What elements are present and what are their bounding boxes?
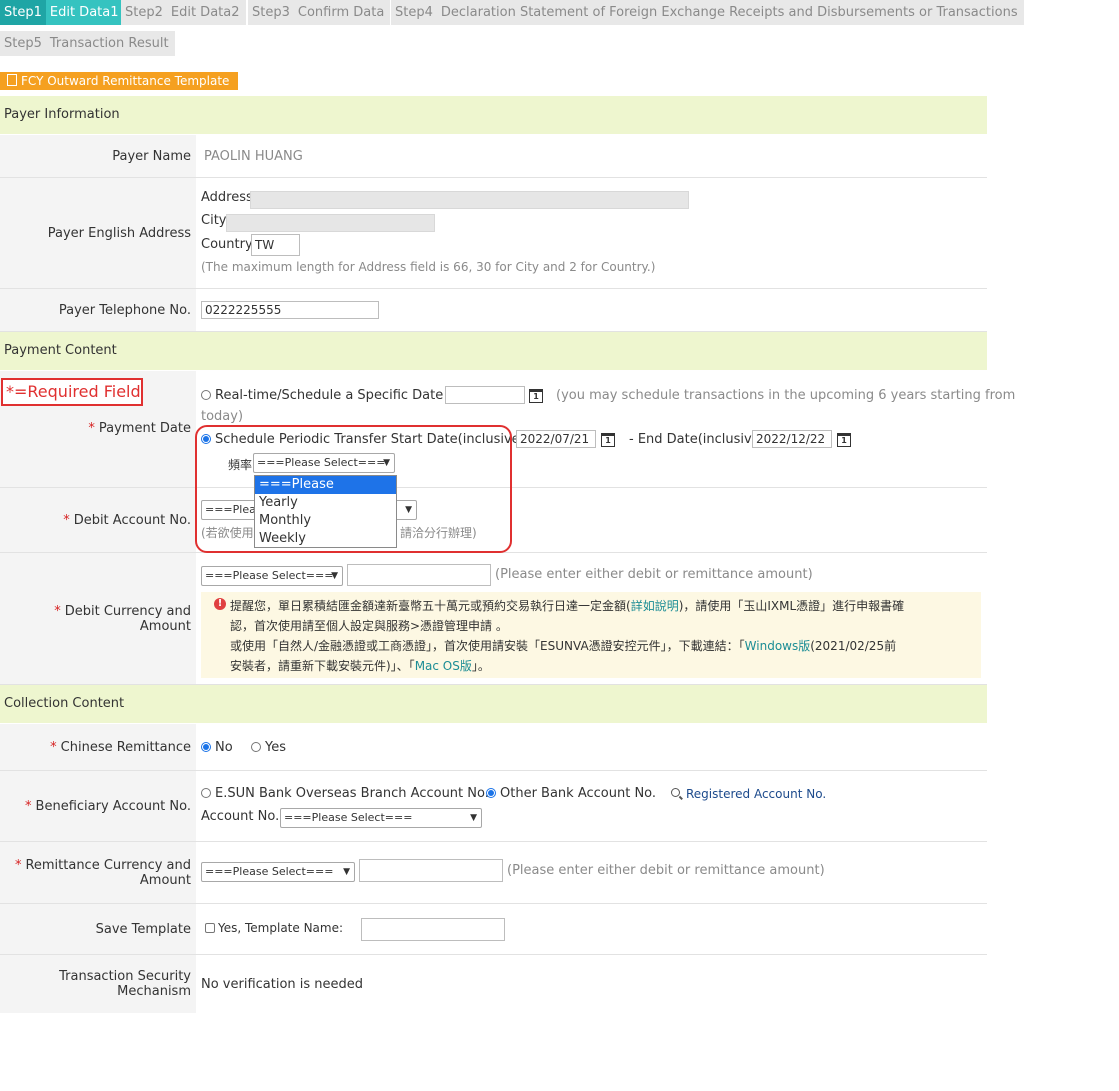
chevron-down-icon: ▼ bbox=[470, 813, 477, 823]
save-template-checkbox[interactable] bbox=[205, 923, 215, 933]
document-icon bbox=[7, 74, 17, 86]
row-payer-name: Payer Name PAOLIN HUANG bbox=[0, 135, 987, 178]
alert-icon: ! bbox=[214, 598, 226, 610]
row-beneficiary-account: * Beneficiary Account No. E.SUN Bank Over… bbox=[0, 771, 987, 842]
radio-chinese-no[interactable] bbox=[201, 742, 211, 752]
frequency-option-weekly[interactable]: Weekly bbox=[255, 530, 396, 548]
end-date-input[interactable]: 2022/12/22 bbox=[752, 430, 832, 448]
remittance-currency-label: * Remittance Currency and Amount bbox=[0, 842, 196, 903]
address-input[interactable] bbox=[250, 191, 689, 209]
row-save-template: Save Template Yes, Template Name: bbox=[0, 904, 987, 955]
security-mechanism-label: Transaction Security Mechanism bbox=[0, 955, 196, 1013]
city-field-label: City bbox=[201, 213, 227, 228]
step-2: Step2 Edit Data2 bbox=[121, 0, 246, 25]
step-1: Step1 Edit Data1 bbox=[0, 0, 125, 25]
specific-date-hint-2: today) bbox=[201, 409, 244, 424]
country-field-label: Country bbox=[201, 237, 253, 252]
payer-name-value: PAOLIN HUANG bbox=[204, 149, 303, 164]
option-esun-branch[interactable]: E.SUN Bank Overseas Branch Account No. bbox=[201, 786, 489, 801]
remittance-amount-hint: (Please enter either debit or remittance… bbox=[507, 863, 825, 878]
calendar-icon[interactable]: 1 bbox=[601, 433, 615, 447]
calendar-icon[interactable]: 1 bbox=[529, 389, 543, 403]
chinese-remittance-no[interactable]: No bbox=[201, 740, 233, 755]
registered-account-link[interactable]: Registered Account No. bbox=[671, 787, 826, 801]
start-date-input[interactable]: 2022/07/21 bbox=[516, 430, 596, 448]
payer-address-label: Payer English Address bbox=[0, 178, 196, 288]
chinese-remittance-yes[interactable]: Yes bbox=[251, 740, 286, 755]
radio-esun-branch[interactable] bbox=[201, 788, 211, 798]
save-template-option[interactable]: Yes, Template Name: bbox=[205, 921, 343, 935]
chinese-remittance-label: * Chinese Remittance bbox=[0, 724, 196, 770]
option-specific-date[interactable]: Real-time/Schedule a Specific Date bbox=[201, 388, 443, 403]
section-collection-content: Collection Content bbox=[0, 685, 987, 723]
frequency-dropdown-list[interactable]: ===Please Select=== Yearly Monthly Weekl… bbox=[254, 475, 397, 548]
row-chinese-remittance: * Chinese Remittance No Yes bbox=[0, 724, 987, 771]
debit-account-label: * Debit Account No. bbox=[0, 488, 196, 552]
row-payer-telephone: Payer Telephone No. 0222225555 bbox=[0, 289, 987, 332]
city-input[interactable] bbox=[226, 214, 435, 232]
section-payer-information: Payer Information bbox=[0, 96, 987, 134]
step-3: Step3 Confirm Data bbox=[248, 0, 391, 25]
debit-currency-select[interactable]: ===Please Select=== ▼ bbox=[201, 566, 343, 586]
frequency-option-monthly[interactable]: Monthly bbox=[255, 512, 396, 530]
remittance-currency-select[interactable]: ===Please Select=== ▼ bbox=[201, 862, 355, 882]
row-remittance-currency: * Remittance Currency and Amount ===Pleas… bbox=[0, 842, 987, 904]
account-no-label: Account No.: bbox=[201, 809, 284, 824]
end-date-label: - End Date(inclusive) bbox=[629, 432, 765, 447]
fcy-template-button[interactable]: FCY Outward Remittance Template bbox=[0, 72, 239, 90]
beneficiary-account-label: * Beneficiary Account No. bbox=[0, 771, 196, 841]
specific-date-hint-1: (you may schedule transactions in the up… bbox=[556, 388, 1016, 403]
payer-name-label: Payer Name bbox=[0, 135, 196, 177]
search-icon bbox=[671, 788, 680, 797]
row-payer-address: Payer English Address Address City Count… bbox=[0, 178, 987, 289]
radio-chinese-yes[interactable] bbox=[251, 742, 261, 752]
address-field-label: Address bbox=[201, 190, 253, 205]
frequency-option-please-select[interactable]: ===Please Select=== bbox=[255, 476, 396, 510]
step-4: Step4 Declaration Statement of Foreign Ex… bbox=[391, 0, 1024, 25]
windows-download-link[interactable]: Windows版 bbox=[745, 639, 811, 653]
payer-telephone-label: Payer Telephone No. bbox=[0, 289, 196, 331]
debit-currency-label: * Debit Currency and Amount bbox=[0, 553, 196, 684]
remittance-amount-input[interactable] bbox=[359, 859, 503, 882]
calendar-icon[interactable]: 1 bbox=[837, 433, 851, 447]
macos-download-link[interactable]: Mac OS版 bbox=[415, 659, 472, 673]
option-other-bank[interactable]: Other Bank Account No. bbox=[486, 786, 656, 801]
address-hint: (The maximum length for Address field is… bbox=[201, 260, 656, 274]
telephone-input[interactable]: 0222225555 bbox=[201, 301, 379, 319]
security-mechanism-value: No verification is needed bbox=[201, 977, 364, 992]
save-template-label: Save Template bbox=[0, 904, 196, 954]
row-security-mechanism: Transaction Security Mechanism No verifi… bbox=[0, 955, 987, 1013]
debit-amount-hint: (Please enter either debit or remittance… bbox=[495, 567, 813, 582]
template-name-input[interactable] bbox=[361, 918, 505, 941]
debit-amount-input[interactable] bbox=[347, 564, 491, 586]
details-link[interactable]: 詳如說明 bbox=[631, 599, 679, 613]
step-5: Step5 Transaction Result bbox=[0, 31, 175, 56]
country-input[interactable]: TW bbox=[251, 234, 300, 256]
certificate-notice: ! 提醒您，單日累積結匯金額達新臺幣五十萬元或預約交易執行日達一定金額(詳如說明… bbox=[201, 592, 981, 678]
radio-specific-date[interactable] bbox=[201, 390, 211, 400]
radio-other-bank[interactable] bbox=[486, 788, 496, 798]
chevron-down-icon: ▼ bbox=[331, 571, 338, 581]
section-payment-content: Payment Content bbox=[0, 332, 987, 370]
chevron-down-icon: ▼ bbox=[343, 867, 350, 877]
specific-date-input[interactable] bbox=[445, 386, 525, 404]
account-no-select[interactable]: ===Please Select=== ▼ bbox=[280, 808, 482, 828]
required-field-note: *=Required Field bbox=[1, 378, 143, 406]
